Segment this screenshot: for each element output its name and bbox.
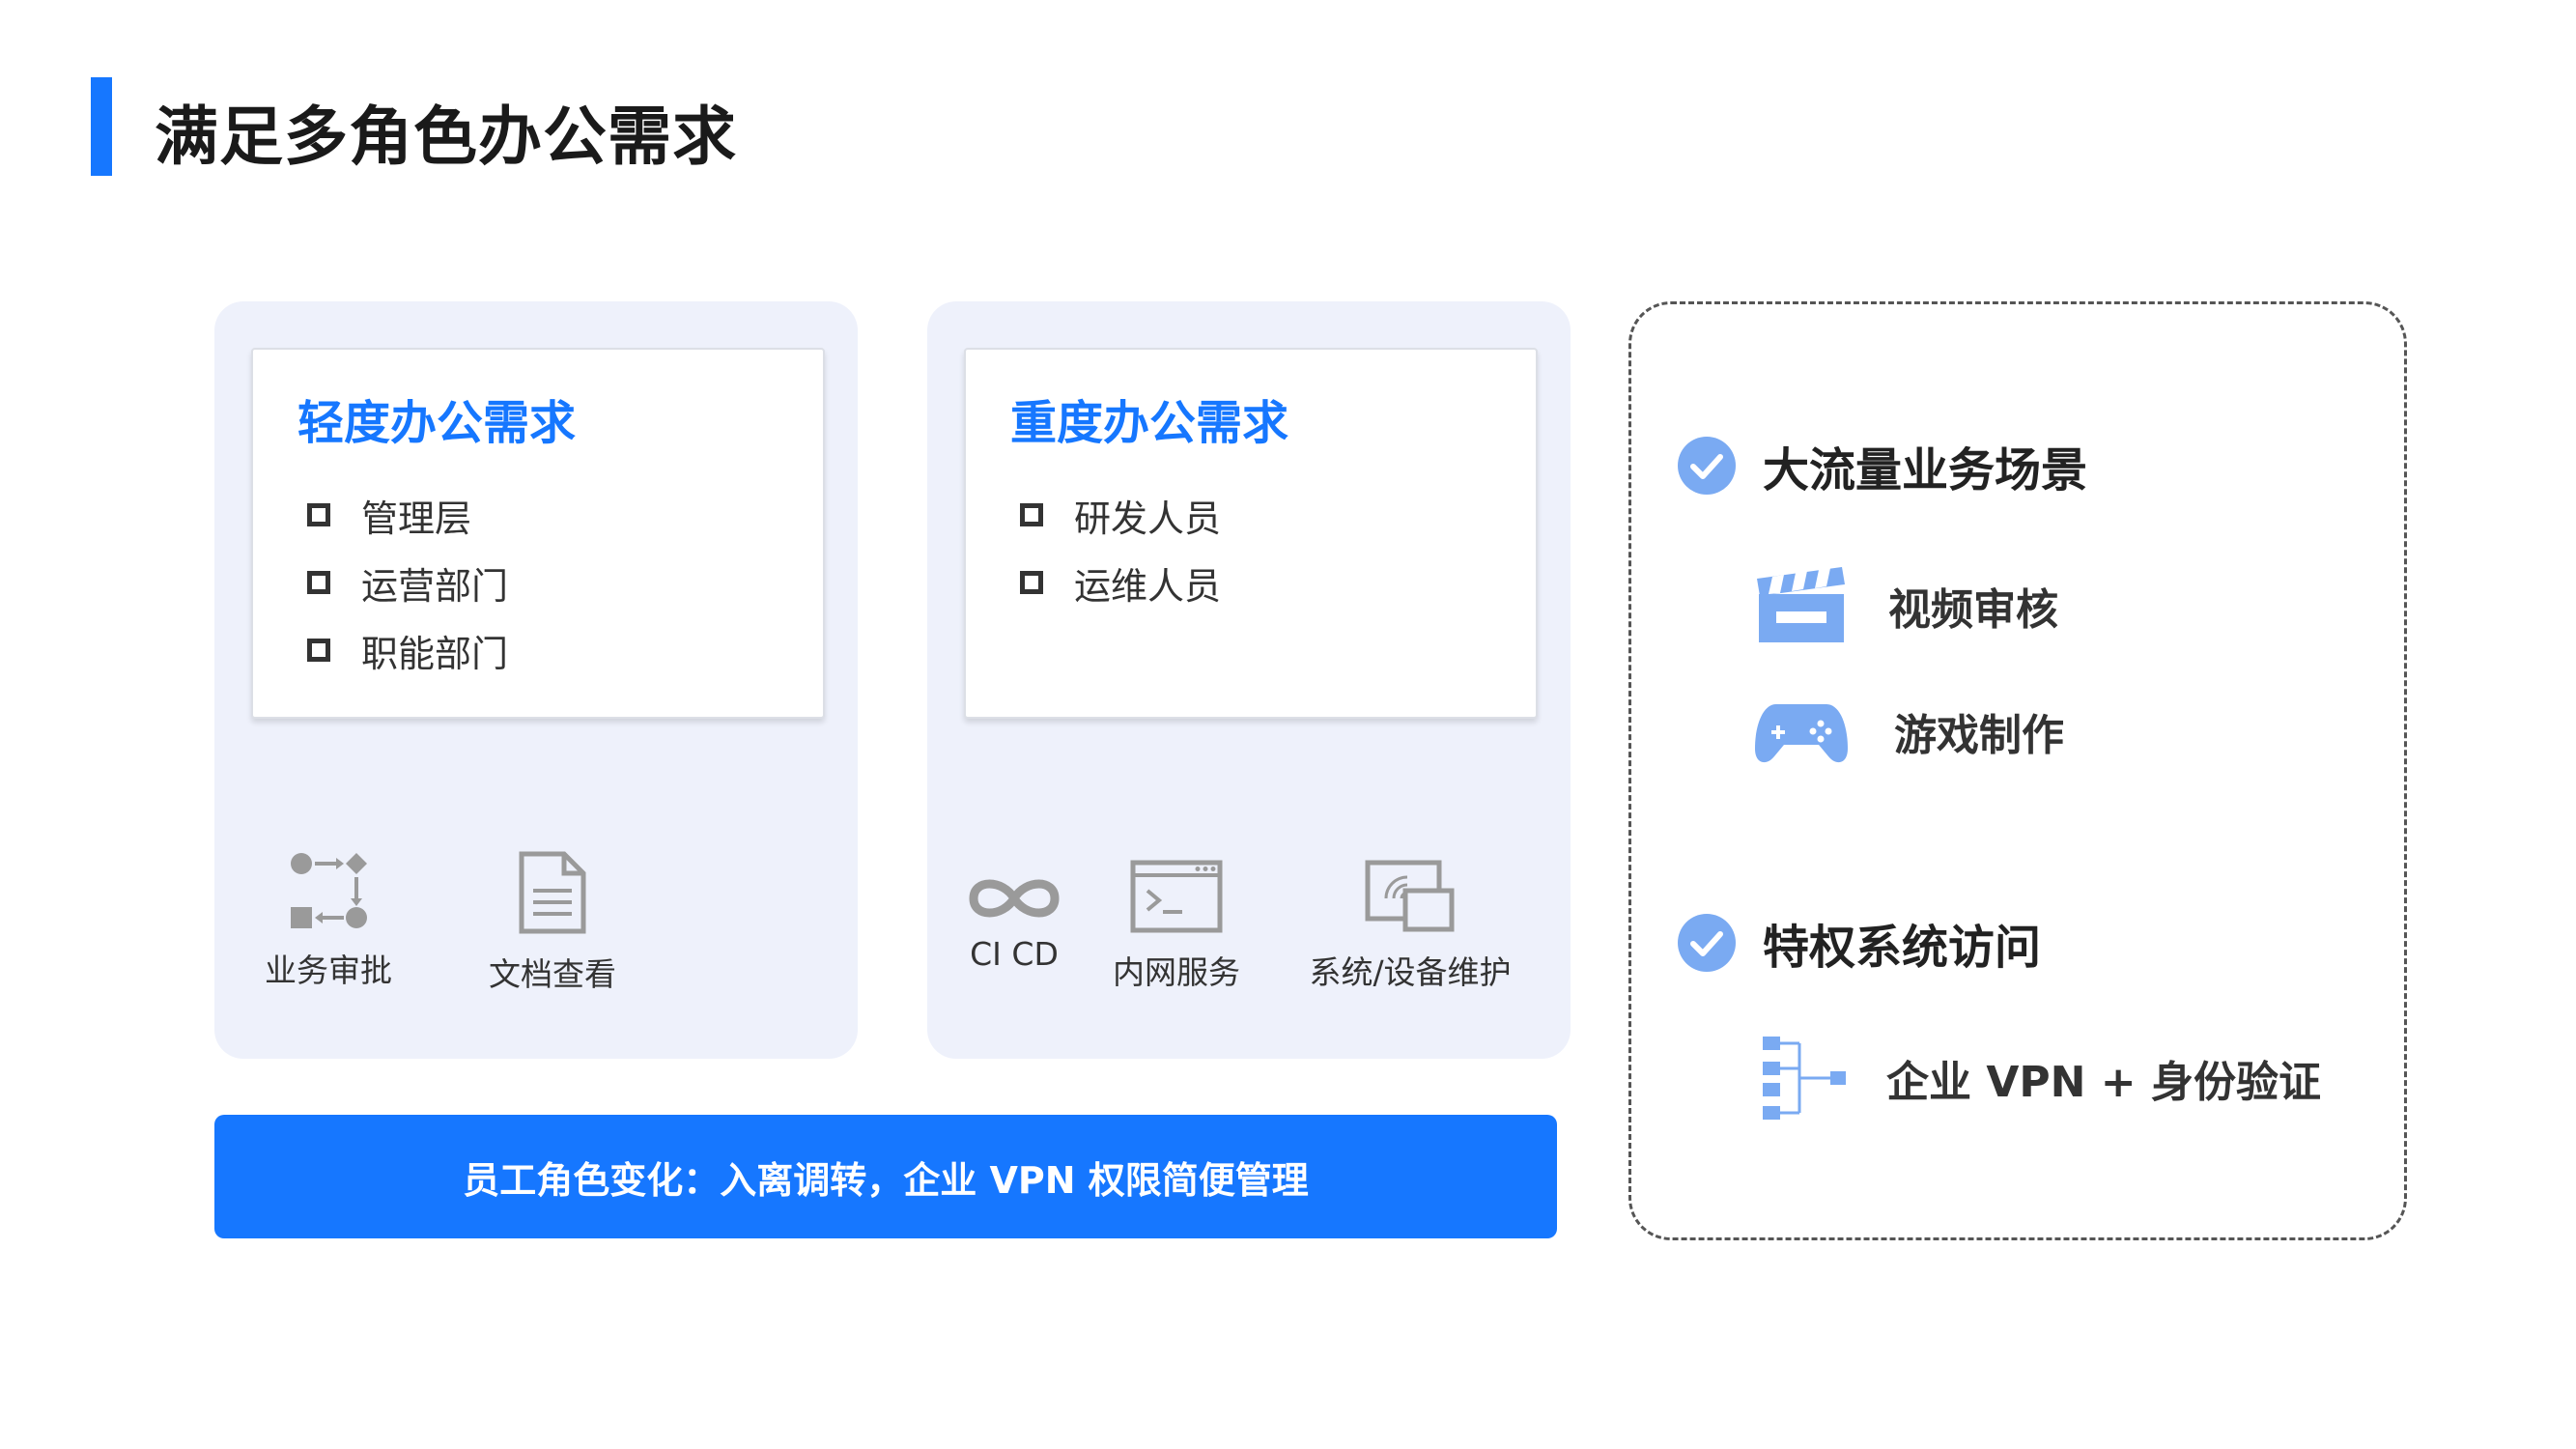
list-item-label: 研发人员: [1074, 497, 1222, 540]
feature-label: CI CD: [970, 935, 1059, 973]
check-circle-icon: [1678, 914, 1736, 972]
checkbox-icon: [1020, 503, 1043, 526]
list-item-label: 运维人员: [1074, 564, 1222, 608]
scenario-box: 大流量业务场景 视频审核 游戏制作 特权系统访问 企业 VPN + 身份验证: [1628, 301, 2407, 1240]
network-tree-icon: [1763, 1037, 1846, 1120]
heavy-office-panel: 重度办公需求 研发人员 运维人员 CI CD 内网服务 系统/设备维护: [927, 301, 1571, 1059]
list-item-label: 运营部门: [361, 564, 509, 608]
sub-item-label: 企业 VPN + 身份验证: [1886, 1058, 2321, 1107]
scenario-game-production: 游戏制作: [1753, 696, 2064, 766]
workflow-icon: [291, 853, 367, 928]
light-office-title: 轻度办公需求: [297, 396, 577, 450]
feature-label: 内网服务: [1113, 953, 1240, 991]
banner-text: 员工角色变化：入离调转，企业 VPN 权限简便管理: [463, 1158, 1309, 1202]
list-item: 职能部门: [307, 616, 508, 684]
checkbox-icon: [1020, 571, 1043, 594]
page-title: 满足多角色办公需求: [155, 99, 737, 174]
feature-intranet-service: 内网服务: [1109, 860, 1244, 993]
feature-business-approval: 业务审批: [261, 850, 396, 991]
section-high-traffic: 大流量业务场景: [1676, 432, 2087, 499]
section-privileged-access: 特权系统访问: [1676, 909, 2041, 977]
title-accent-bar: [91, 77, 112, 176]
light-office-panel: 轻度办公需求 管理层 运营部门 职能部门 业务审批 文档查看: [214, 301, 858, 1059]
list-item: 运营部门: [307, 549, 508, 616]
scenario-vpn-auth: 企业 VPN + 身份验证: [1761, 1035, 2321, 1122]
terminal-icon: [1130, 860, 1223, 933]
list-item-label: 管理层: [361, 497, 472, 540]
heavy-office-role-list: 研发人员 运维人员: [1020, 481, 1221, 616]
clapperboard-icon: [1757, 567, 1845, 642]
list-item-label: 职能部门: [361, 632, 509, 675]
role-change-banner: 员工角色变化：入离调转，企业 VPN 权限简便管理: [214, 1115, 1557, 1238]
feature-ci-cd: CI CD: [956, 866, 1072, 973]
feature-label: 系统/设备维护: [1309, 953, 1512, 991]
checkbox-icon: [307, 571, 330, 594]
section-title: 特权系统访问: [1763, 921, 2042, 975]
list-item: 研发人员: [1020, 481, 1221, 549]
feature-document-view: 文档查看: [485, 850, 620, 995]
feature-label: 业务审批: [265, 952, 392, 989]
sub-item-label: 游戏制作: [1894, 711, 2064, 760]
section-title: 大流量业务场景: [1763, 443, 2088, 497]
gamepad-icon: [1755, 704, 1848, 763]
feature-device-maintenance: 系统/设备维护: [1294, 860, 1526, 993]
heavy-office-card: 重度办公需求 研发人员 运维人员: [964, 348, 1538, 719]
list-item: 运维人员: [1020, 549, 1221, 616]
infinity-icon: [969, 879, 1060, 918]
scenario-video-review: 视频审核: [1755, 565, 2058, 646]
sub-item-label: 视频审核: [1888, 585, 2058, 635]
remote-device-icon: [1365, 860, 1455, 932]
checkbox-icon: [307, 503, 330, 526]
check-circle-icon: [1678, 437, 1736, 495]
light-office-role-list: 管理层 运营部门 职能部门: [307, 481, 508, 684]
list-item: 管理层: [307, 481, 508, 549]
heavy-office-title: 重度办公需求: [1010, 396, 1289, 450]
feature-label: 文档查看: [489, 955, 616, 993]
document-icon: [519, 851, 586, 934]
light-office-card: 轻度办公需求 管理层 运营部门 职能部门: [251, 348, 825, 719]
checkbox-icon: [307, 639, 330, 662]
